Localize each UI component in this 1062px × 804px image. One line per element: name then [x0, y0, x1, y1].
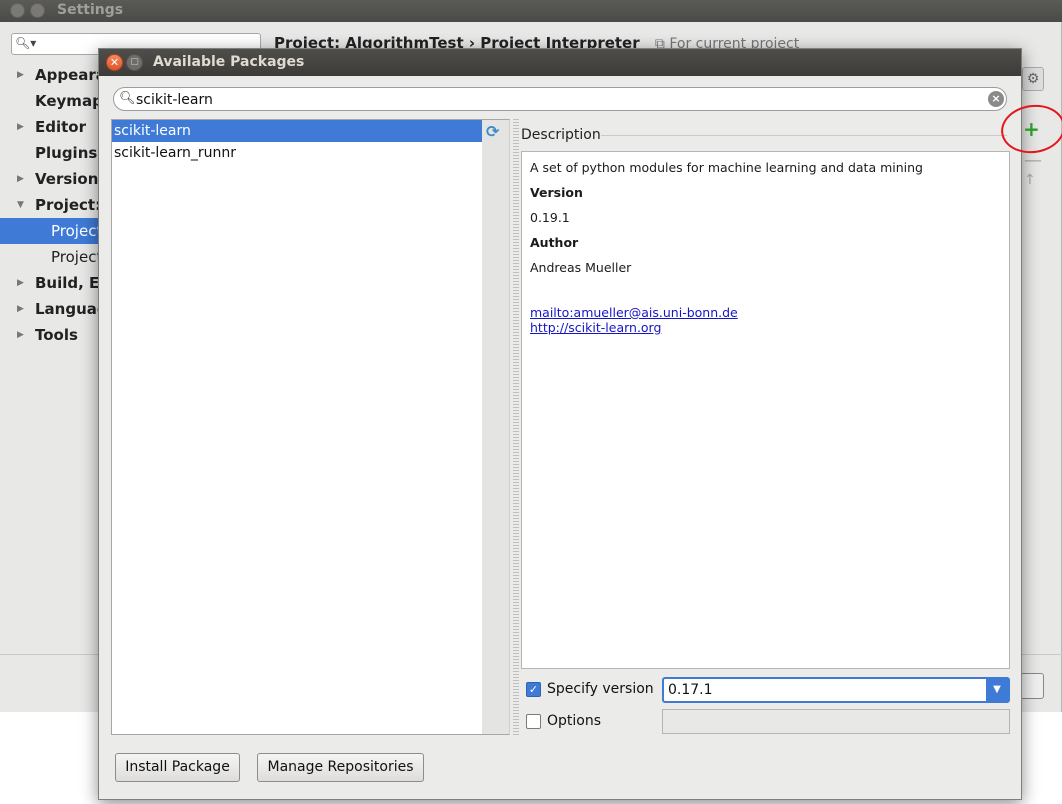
collapse-arrow-icon: ▼ [17, 200, 24, 210]
available-packages-dialog: ✕ ▢ Available Packages 🔍︎ × scikit-learn… [98, 48, 1062, 800]
homepage-link[interactable]: http://scikit-learn.org [530, 320, 1001, 335]
restore-icon[interactable]: ▢ [126, 54, 143, 71]
version-label: Version [530, 185, 583, 200]
package-list[interactable]: scikit-learn scikit-learn_runnr [111, 119, 484, 735]
splitter-handle[interactable] [513, 119, 519, 735]
specify-version-label: Specify version [547, 681, 654, 697]
manage-repositories-button[interactable]: Manage Repositories [257, 753, 424, 782]
refresh-icon[interactable]: ⟳ [486, 122, 499, 141]
package-search-input[interactable] [136, 90, 976, 109]
version-value: 0.19.1 [530, 210, 570, 225]
expand-arrow-icon: ▶ [17, 70, 24, 80]
settings-ok-button[interactable] [1020, 673, 1044, 699]
settings-restore-button[interactable] [30, 3, 45, 18]
search-icon: 🔍︎▾ [15, 36, 37, 50]
tree-item-languages[interactable]: ▶ Languages & Frameworks [0, 296, 253, 322]
expand-arrow-icon: ▶ [17, 304, 24, 314]
dialog-titlebar: ✕ ▢ Available Packages [99, 49, 1021, 76]
options-label: Options [547, 713, 602, 729]
description-summary: A set of python modules for machine lear… [530, 160, 923, 175]
settings-close-button[interactable] [10, 3, 25, 18]
list-item[interactable]: scikit-learn [112, 120, 483, 142]
expand-arrow-icon: ▶ [17, 122, 24, 132]
list-item[interactable]: scikit-learn_runnr [112, 142, 483, 164]
settings-title: Settings [57, 2, 124, 18]
close-icon[interactable]: ✕ [106, 54, 123, 71]
upgrade-package-icon[interactable]: ↑ [1024, 172, 1036, 188]
description-header: Description [521, 127, 601, 143]
expand-arrow-icon: ▶ [17, 330, 24, 340]
tree-item-project[interactable]: ▼ Project: AlgorithmTest [0, 192, 225, 218]
package-search-box[interactable]: 🔍︎ × [113, 87, 1007, 111]
tree-item-project-structure[interactable]: Project Structure [0, 244, 177, 270]
settings-titlebar: Settings [0, 0, 1062, 22]
author-label: Author [530, 235, 579, 250]
install-package-button[interactable]: Install Package [115, 753, 240, 782]
search-icon: 🔍︎ [119, 91, 136, 106]
expand-arrow-icon: ▶ [17, 174, 24, 184]
expand-arrow-icon: ▶ [17, 278, 24, 288]
dialog-title: Available Packages [153, 54, 305, 70]
interpreter-settings-gear-icon[interactable]: ⚙ [1022, 67, 1044, 91]
tree-item-tools[interactable]: ▶ Tools [0, 322, 98, 348]
tree-item-version-control[interactable]: ▶ Version Control [0, 166, 166, 192]
author-value: Andreas Mueller [530, 260, 632, 275]
description-panel: A set of python modules for machine lear… [521, 151, 1010, 669]
tree-item-editor[interactable]: ▶ Editor [0, 114, 98, 140]
version-dropdown[interactable]: 0.17.1 ▼ [662, 677, 1010, 703]
specify-version-checkbox[interactable]: ✓ [526, 682, 541, 697]
clear-search-icon[interactable]: × [988, 91, 1004, 107]
chevron-down-icon[interactable]: ▼ [986, 679, 1008, 701]
email-link[interactable]: mailto:amueller@ais.uni-bonn.de [530, 305, 1001, 320]
tree-item-project-interpreter[interactable]: Project Interpreter [0, 218, 188, 244]
tree-item-appearance[interactable]: ▶ Appearance [0, 62, 136, 88]
tree-item-build[interactable]: ▶ Build, Execution, Deployment [0, 270, 285, 296]
divider [601, 135, 1007, 136]
tree-item-plugins[interactable]: Plugins [0, 140, 98, 166]
options-checkbox[interactable] [526, 714, 541, 729]
options-input[interactable] [662, 709, 1010, 734]
list-toolbar: ⟳ [482, 119, 510, 735]
tree-item-keymap[interactable]: Keymap [0, 88, 103, 114]
version-selected-value: 0.17.1 [668, 682, 713, 698]
